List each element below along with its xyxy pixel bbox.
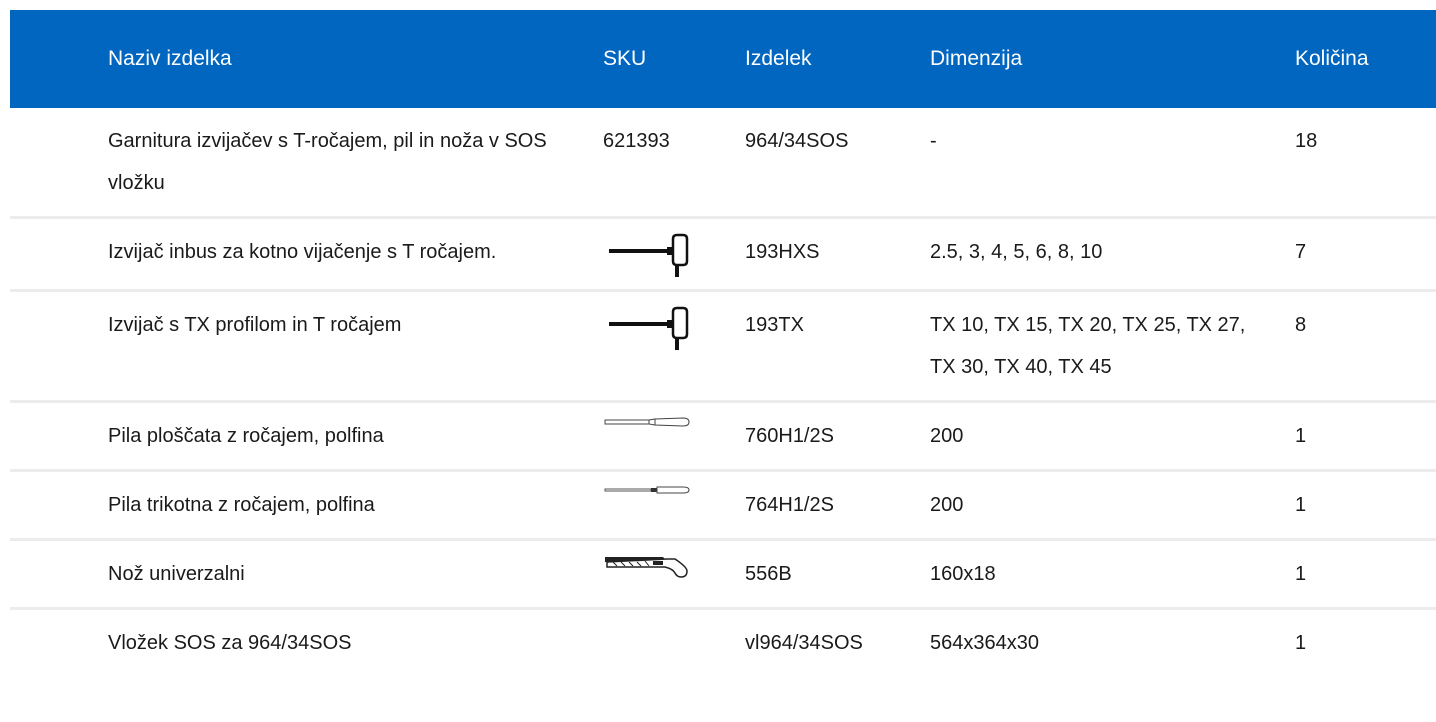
cell-product: 193HXS <box>745 217 930 292</box>
cell-product: 764H1/2S <box>745 470 930 541</box>
cell-dimension: 2.5, 3, 4, 5, 6, 8, 10 <box>930 217 1295 292</box>
cell-dimension: 564x364x30 <box>930 609 1295 677</box>
dimension-text: TX 10, TX 15, TX 20, TX 25, TX 27, TX 30… <box>930 314 1246 378</box>
name-text: Izvijač inbus za kotno vijačenje s T roč… <box>108 241 497 263</box>
name-text: Izvijač s TX profilom in T ročajem <box>108 314 402 336</box>
table-header: Naziv izdelka SKU Izdelek Dimenzija Koli… <box>10 10 1436 108</box>
dimension-text: 2.5, 3, 4, 5, 6, 8, 10 <box>930 241 1103 263</box>
product-table-container: Naziv izdelka SKU Izdelek Dimenzija Koli… <box>10 10 1436 676</box>
cell-sku <box>603 290 745 403</box>
table-row: Garnitura izvijačev s T-ročajem, pil in … <box>10 108 1436 219</box>
name-text: Pila trikotna z ročajem, polfina <box>108 494 375 516</box>
cell-quantity: 18 <box>1295 108 1436 219</box>
cell-product: 964/34SOS <box>745 108 930 219</box>
header-dimension: Dimenzija <box>930 47 1023 70</box>
name-text: Pila ploščata z ročajem, polfina <box>108 425 384 447</box>
cell-quantity: 1 <box>1295 470 1436 541</box>
table-row: Izvijač inbus za kotno vijačenje s T roč… <box>10 217 1436 292</box>
cell-sku <box>603 217 745 292</box>
cell-product: 760H1/2S <box>745 401 930 472</box>
cell-quantity: 8 <box>1295 290 1436 403</box>
product-table: Naziv izdelka SKU Izdelek Dimenzija Koli… <box>10 10 1436 676</box>
name-text: Nož univerzalni <box>108 563 245 585</box>
cell-name: Izvijač inbus za kotno vijačenje s T roč… <box>10 217 603 292</box>
cell-dimension: 200 <box>930 401 1295 472</box>
cell-sku <box>603 401 745 472</box>
table-body: Garnitura izvijačev s T-ročajem, pil in … <box>10 108 1436 676</box>
cell-dimension: 200 <box>930 470 1295 541</box>
cell-quantity: 1 <box>1295 539 1436 610</box>
cell-name: Vložek SOS za 964/34SOS <box>10 609 603 677</box>
utility-knife-icon <box>605 557 688 578</box>
cell-dimension: 160x18 <box>930 539 1295 610</box>
header-name: Naziv izdelka <box>108 47 232 70</box>
dimension-text: 200 <box>930 494 964 516</box>
triangular-file-icon <box>604 486 690 494</box>
header-sku: SKU <box>603 47 647 70</box>
cell-name: Pila trikotna z ročajem, polfina <box>10 470 603 541</box>
sku-text: 621393 <box>603 130 670 152</box>
cell-sku <box>603 470 745 541</box>
cell-sku <box>603 539 745 610</box>
cell-quantity: 1 <box>1295 632 1307 654</box>
table-row: Nož univerzalni 556B 160x18 1 <box>10 539 1436 610</box>
cell-quantity: 1 <box>1295 401 1436 472</box>
dimension-text: - <box>930 130 937 152</box>
cell-product: 556B <box>745 539 930 610</box>
dimension-text: 564x364x30 <box>930 632 1039 654</box>
header-quantity: Količina <box>1295 47 1369 70</box>
table-row: Izvijač s TX profilom in T ročajem 193TX… <box>10 290 1436 403</box>
cell-product: vl964/34SOS <box>745 632 863 654</box>
header-product: Izdelek <box>745 47 812 70</box>
cell-name: Izvijač s TX profilom in T ročajem <box>10 290 603 403</box>
table-row: Pila ploščata z ročajem, polfina 760H1/2… <box>10 401 1436 472</box>
cell-name: Garnitura izvijačev s T-ročajem, pil in … <box>10 108 603 219</box>
t-handle-torx-screwdriver-icon <box>609 306 689 350</box>
dimension-text: 160x18 <box>930 563 996 585</box>
cell-product: 193TX <box>745 290 930 403</box>
name-text: Garnitura izvijačev s T-ročajem, pil in … <box>108 130 547 194</box>
cell-quantity: 7 <box>1295 217 1436 292</box>
table-row: Vložek SOS za 964/34SOS vl964/34SOS 564x… <box>10 609 1436 677</box>
dimension-text: 200 <box>930 425 964 447</box>
cell-dimension: - <box>930 108 1295 219</box>
cell-dimension: TX 10, TX 15, TX 20, TX 25, TX 27, TX 30… <box>930 290 1295 403</box>
table-row: Pila trikotna z ročajem, polfina 764H1/2… <box>10 470 1436 541</box>
name-text: Vložek SOS za 964/34SOS <box>108 632 352 654</box>
flat-file-icon <box>604 417 690 427</box>
table-header-row: Naziv izdelka SKU Izdelek Dimenzija Koli… <box>10 10 1436 108</box>
cell-name: Nož univerzalni <box>10 539 603 610</box>
cell-sku <box>603 609 745 677</box>
t-handle-hex-screwdriver-icon <box>609 233 689 277</box>
cell-sku: 621393 <box>603 108 745 219</box>
cell-name: Pila ploščata z ročajem, polfina <box>10 401 603 472</box>
